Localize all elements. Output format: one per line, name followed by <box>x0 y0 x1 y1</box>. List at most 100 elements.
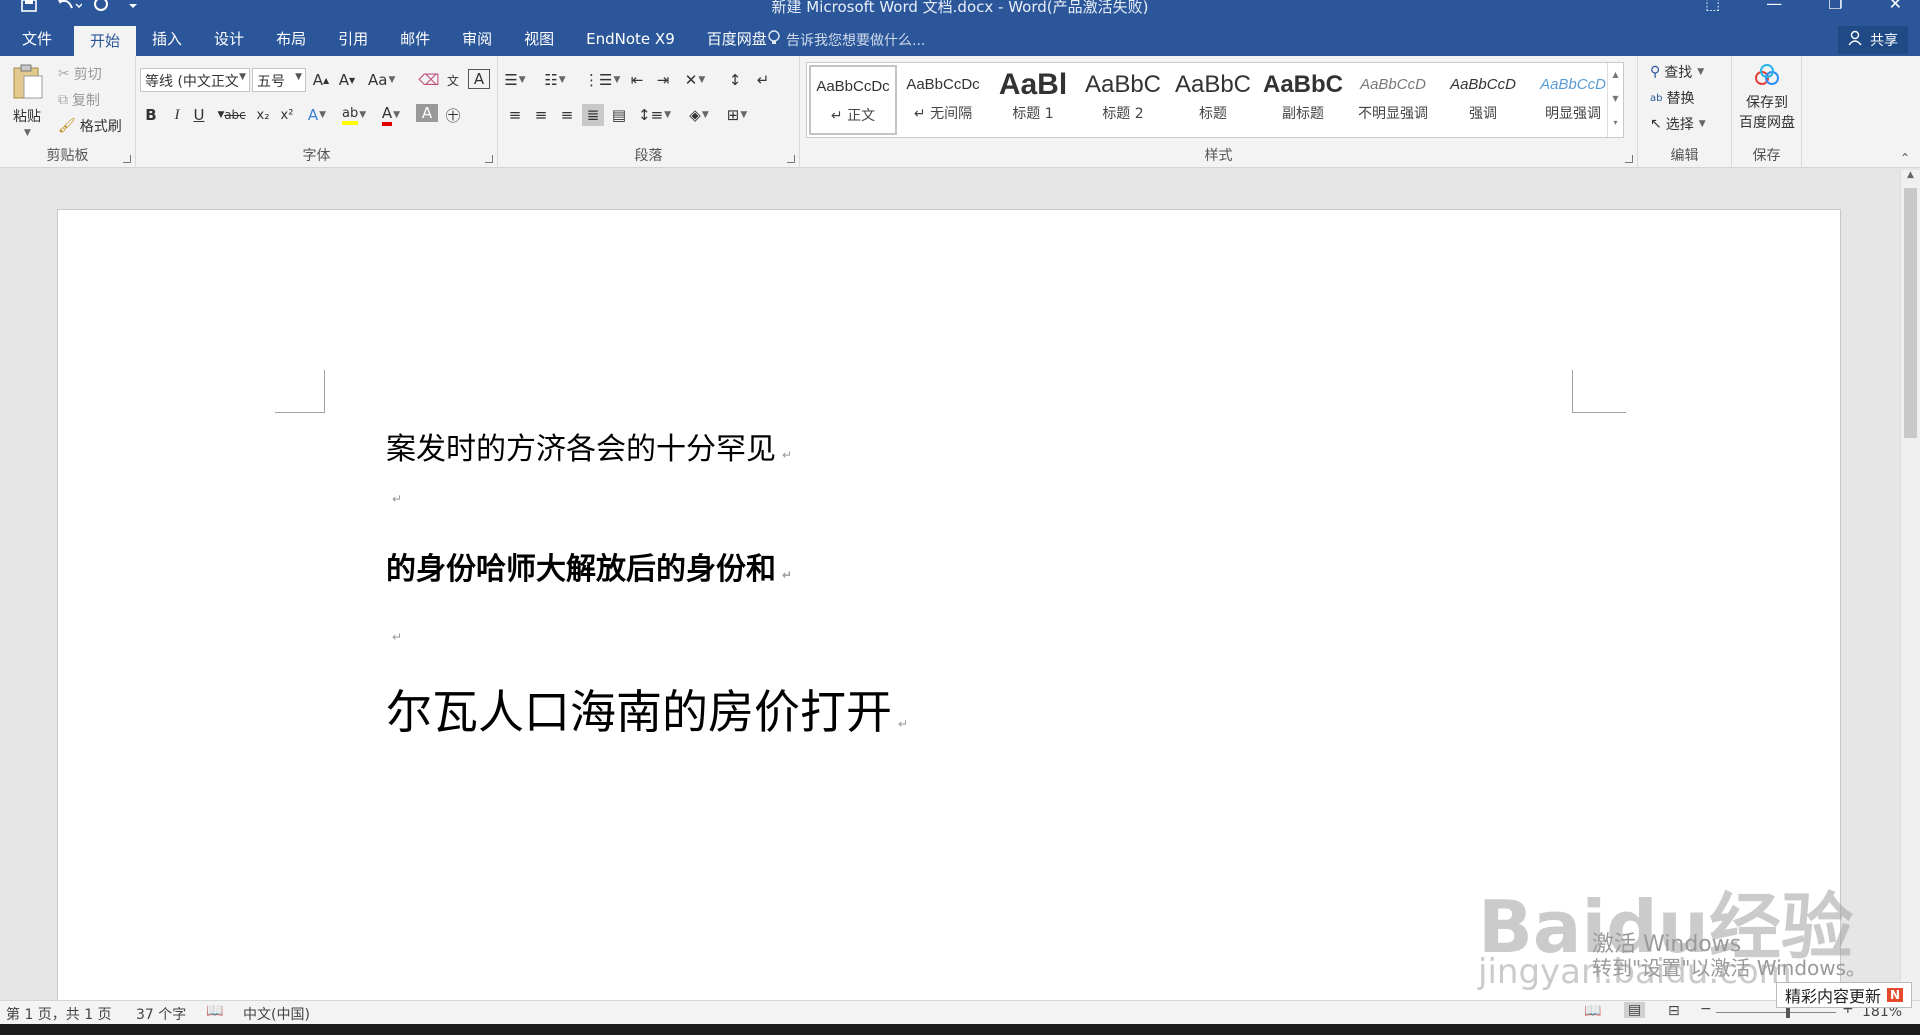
tab-references[interactable]: 引用 <box>322 24 384 56</box>
style-subtitle[interactable]: AaBbC 副标题 <box>1259 65 1347 135</box>
format-painter-button[interactable]: 🖌 格式刷 <box>58 116 122 136</box>
more-styles-icon[interactable]: ▾ <box>1608 111 1623 135</box>
copy-button[interactable]: ⧉ 复制 <box>58 90 100 110</box>
minimize-icon[interactable]: — <box>1766 0 1782 13</box>
show-marks-icon[interactable]: ↵ <box>752 69 774 91</box>
sort-icon[interactable]: ↕ <box>724 69 746 91</box>
phonetic-guide-icon[interactable]: 文 <box>442 69 464 91</box>
editing-group: ⚲ 查找 ▼ ab 替换 ↖ 选择 ▼ 编辑 <box>1638 56 1732 168</box>
scrollbar-thumb[interactable] <box>1904 188 1917 438</box>
font-size-combo[interactable]: 五号 ▼ <box>252 68 306 92</box>
paragraph-3[interactable]: 的身份哈师大解放后的身份和 ↵ <box>386 544 792 588</box>
paragraph-dialog-launcher[interactable] <box>787 155 795 163</box>
tab-insert[interactable]: 插入 <box>136 24 198 56</box>
font-color-icon[interactable]: A ▼ <box>380 104 402 126</box>
tab-design[interactable]: 设计 <box>198 24 260 56</box>
paragraph-1[interactable]: 案发时的方济各会的十分罕见 ↵ <box>386 424 792 468</box>
chinese-layout-icon[interactable]: ✕ ▼ <box>684 69 706 91</box>
zoom-out-icon[interactable]: − <box>1700 1001 1712 1017</box>
web-layout-icon[interactable]: ⊟ <box>1668 1003 1680 1019</box>
underline-button[interactable]: U <box>188 104 210 126</box>
strikethrough-button[interactable]: abc <box>224 104 246 126</box>
proofing-icon[interactable]: 📖 <box>206 1003 223 1019</box>
font-name-combo[interactable]: 等线 (中文正文 ▼ <box>140 68 250 92</box>
scroll-up-icon[interactable]: ▲ <box>1901 170 1920 180</box>
enclose-characters-icon[interactable]: ㊉ <box>442 104 464 126</box>
paragraph-2-empty[interactable]: ↵ <box>392 492 402 506</box>
style-no-spacing[interactable]: AaBbCcDc ↵ 无间隔 <box>899 65 987 135</box>
style-subtle-emphasis[interactable]: AaBbCcD 不明显强调 <box>1349 65 1437 135</box>
chevron-down-icon[interactable]: ▼ <box>1608 87 1623 111</box>
align-right-icon[interactable]: ≡ <box>556 104 578 126</box>
word-count[interactable]: 37 个字 <box>136 1004 186 1024</box>
zoom-slider[interactable] <box>1716 1012 1836 1013</box>
line-spacing-icon[interactable]: ↕≡ ▼ <box>638 104 671 126</box>
highlight-color-icon[interactable]: ab ▼ <box>342 104 366 126</box>
save-to-baidu-button[interactable]: 保存到 百度网盘 <box>1736 64 1798 132</box>
clear-formatting-icon[interactable]: ⌫ <box>418 69 440 91</box>
style-gallery-scroll[interactable]: ▲ ▼ ▾ <box>1607 63 1623 137</box>
print-layout-icon[interactable]: ▤ <box>1624 1002 1646 1018</box>
styles-dialog-launcher[interactable] <box>1625 155 1633 163</box>
font-dialog-launcher[interactable] <box>485 155 493 163</box>
increase-indent-icon[interactable]: ⇥ <box>652 69 674 91</box>
tab-endnote[interactable]: EndNote X9 <box>570 24 691 56</box>
tab-layout[interactable]: 布局 <box>260 24 322 56</box>
multilevel-list-icon[interactable]: ⋮☰ ▼ <box>584 69 620 91</box>
borders-icon[interactable]: ⊞ ▼ <box>726 104 748 126</box>
italic-button[interactable]: I <box>166 104 188 126</box>
character-shading-icon[interactable]: A <box>416 104 438 122</box>
style-heading-2[interactable]: AaBbC 标题 2 <box>1079 65 1167 135</box>
language-indicator[interactable]: 中文(中国) <box>243 1004 310 1024</box>
close-icon[interactable]: ✕ <box>1889 0 1902 13</box>
tell-me-box[interactable]: 告诉我您想要做什么... <box>768 30 925 50</box>
numbering-icon[interactable]: ☷ ▼ <box>544 69 566 91</box>
save-group-label: 保存 <box>1752 148 1781 164</box>
tab-view[interactable]: 视图 <box>508 24 570 56</box>
paragraph-4-empty[interactable]: ↵ <box>392 630 402 644</box>
text-effects-icon[interactable]: A ▼ <box>306 104 328 126</box>
shading-icon[interactable]: ◈ ▼ <box>688 104 710 126</box>
decrease-indent-icon[interactable]: ⇤ <box>626 69 648 91</box>
tab-home[interactable]: 开始 <box>74 26 137 56</box>
style-normal[interactable]: AaBbCcDc ↵ 正文 <box>809 65 897 135</box>
tab-mailings[interactable]: 邮件 <box>384 24 446 56</box>
change-case-button[interactable]: Aa ▼ <box>368 69 395 91</box>
paste-label: 粘贴 <box>13 109 41 125</box>
chevron-up-icon[interactable]: ▲ <box>1608 63 1623 87</box>
align-center-icon[interactable]: ≡ <box>530 104 552 126</box>
paste-button[interactable]: 粘贴 ▼ <box>10 64 44 138</box>
share-button[interactable]: 共享 <box>1838 26 1908 54</box>
style-title[interactable]: AaBbC 标题 <box>1169 65 1257 135</box>
distributed-icon[interactable]: ▤ <box>608 104 630 126</box>
grow-font-icon[interactable]: A ▲ <box>310 69 332 91</box>
read-mode-icon[interactable]: 📖 <box>1584 1003 1601 1019</box>
style-heading-1[interactable]: AaBl 标题 1 <box>989 65 1077 135</box>
window-title: 新建 Microsoft Word 文档.docx - Word(产品激活失败) <box>771 0 1149 16</box>
paragraph-5[interactable]: 尔瓦人口海南的房价打开 ↵ <box>386 676 908 742</box>
shrink-font-icon[interactable]: A ▼ <box>336 69 358 91</box>
tab-review[interactable]: 审阅 <box>446 24 508 56</box>
ribbon-options-icon[interactable]: ⬚ <box>1705 0 1720 13</box>
collapse-ribbon-icon[interactable]: ⌃ <box>1900 151 1910 165</box>
style-emphasis[interactable]: AaBbCcD 强调 <box>1439 65 1527 135</box>
character-border-icon[interactable]: A <box>468 69 490 89</box>
find-button[interactable]: ⚲ 查找 ▼ <box>1650 62 1704 82</box>
clipboard-dialog-launcher[interactable] <box>123 155 131 163</box>
style-intense-emphasis[interactable]: AaBbCcD 明显强调 <box>1529 65 1617 135</box>
paste-dropdown-icon[interactable]: ▼ <box>24 128 31 138</box>
bold-button[interactable]: B <box>140 104 162 126</box>
tab-file[interactable]: 文件 <box>0 24 74 56</box>
replace-button[interactable]: ab 替换 <box>1650 88 1694 108</box>
restore-icon[interactable]: ❐ <box>1828 0 1842 13</box>
superscript-button[interactable]: x² <box>276 104 298 126</box>
align-left-icon[interactable]: ≡ <box>504 104 526 126</box>
select-button[interactable]: ↖ 选择 ▼ <box>1650 114 1706 134</box>
vertical-scrollbar[interactable]: ▲ <box>1900 170 1920 1008</box>
cut-button[interactable]: ✂ 剪切 <box>58 64 102 84</box>
content-update-toast[interactable]: 精彩内容更新 N <box>1775 982 1912 1008</box>
page-count[interactable]: 第 1 页，共 1 页 <box>6 1004 112 1024</box>
bullets-icon[interactable]: ☰ ▼ <box>504 69 526 91</box>
subscript-button[interactable]: x₂ <box>252 104 274 126</box>
justify-icon[interactable]: ≣ <box>582 104 604 126</box>
